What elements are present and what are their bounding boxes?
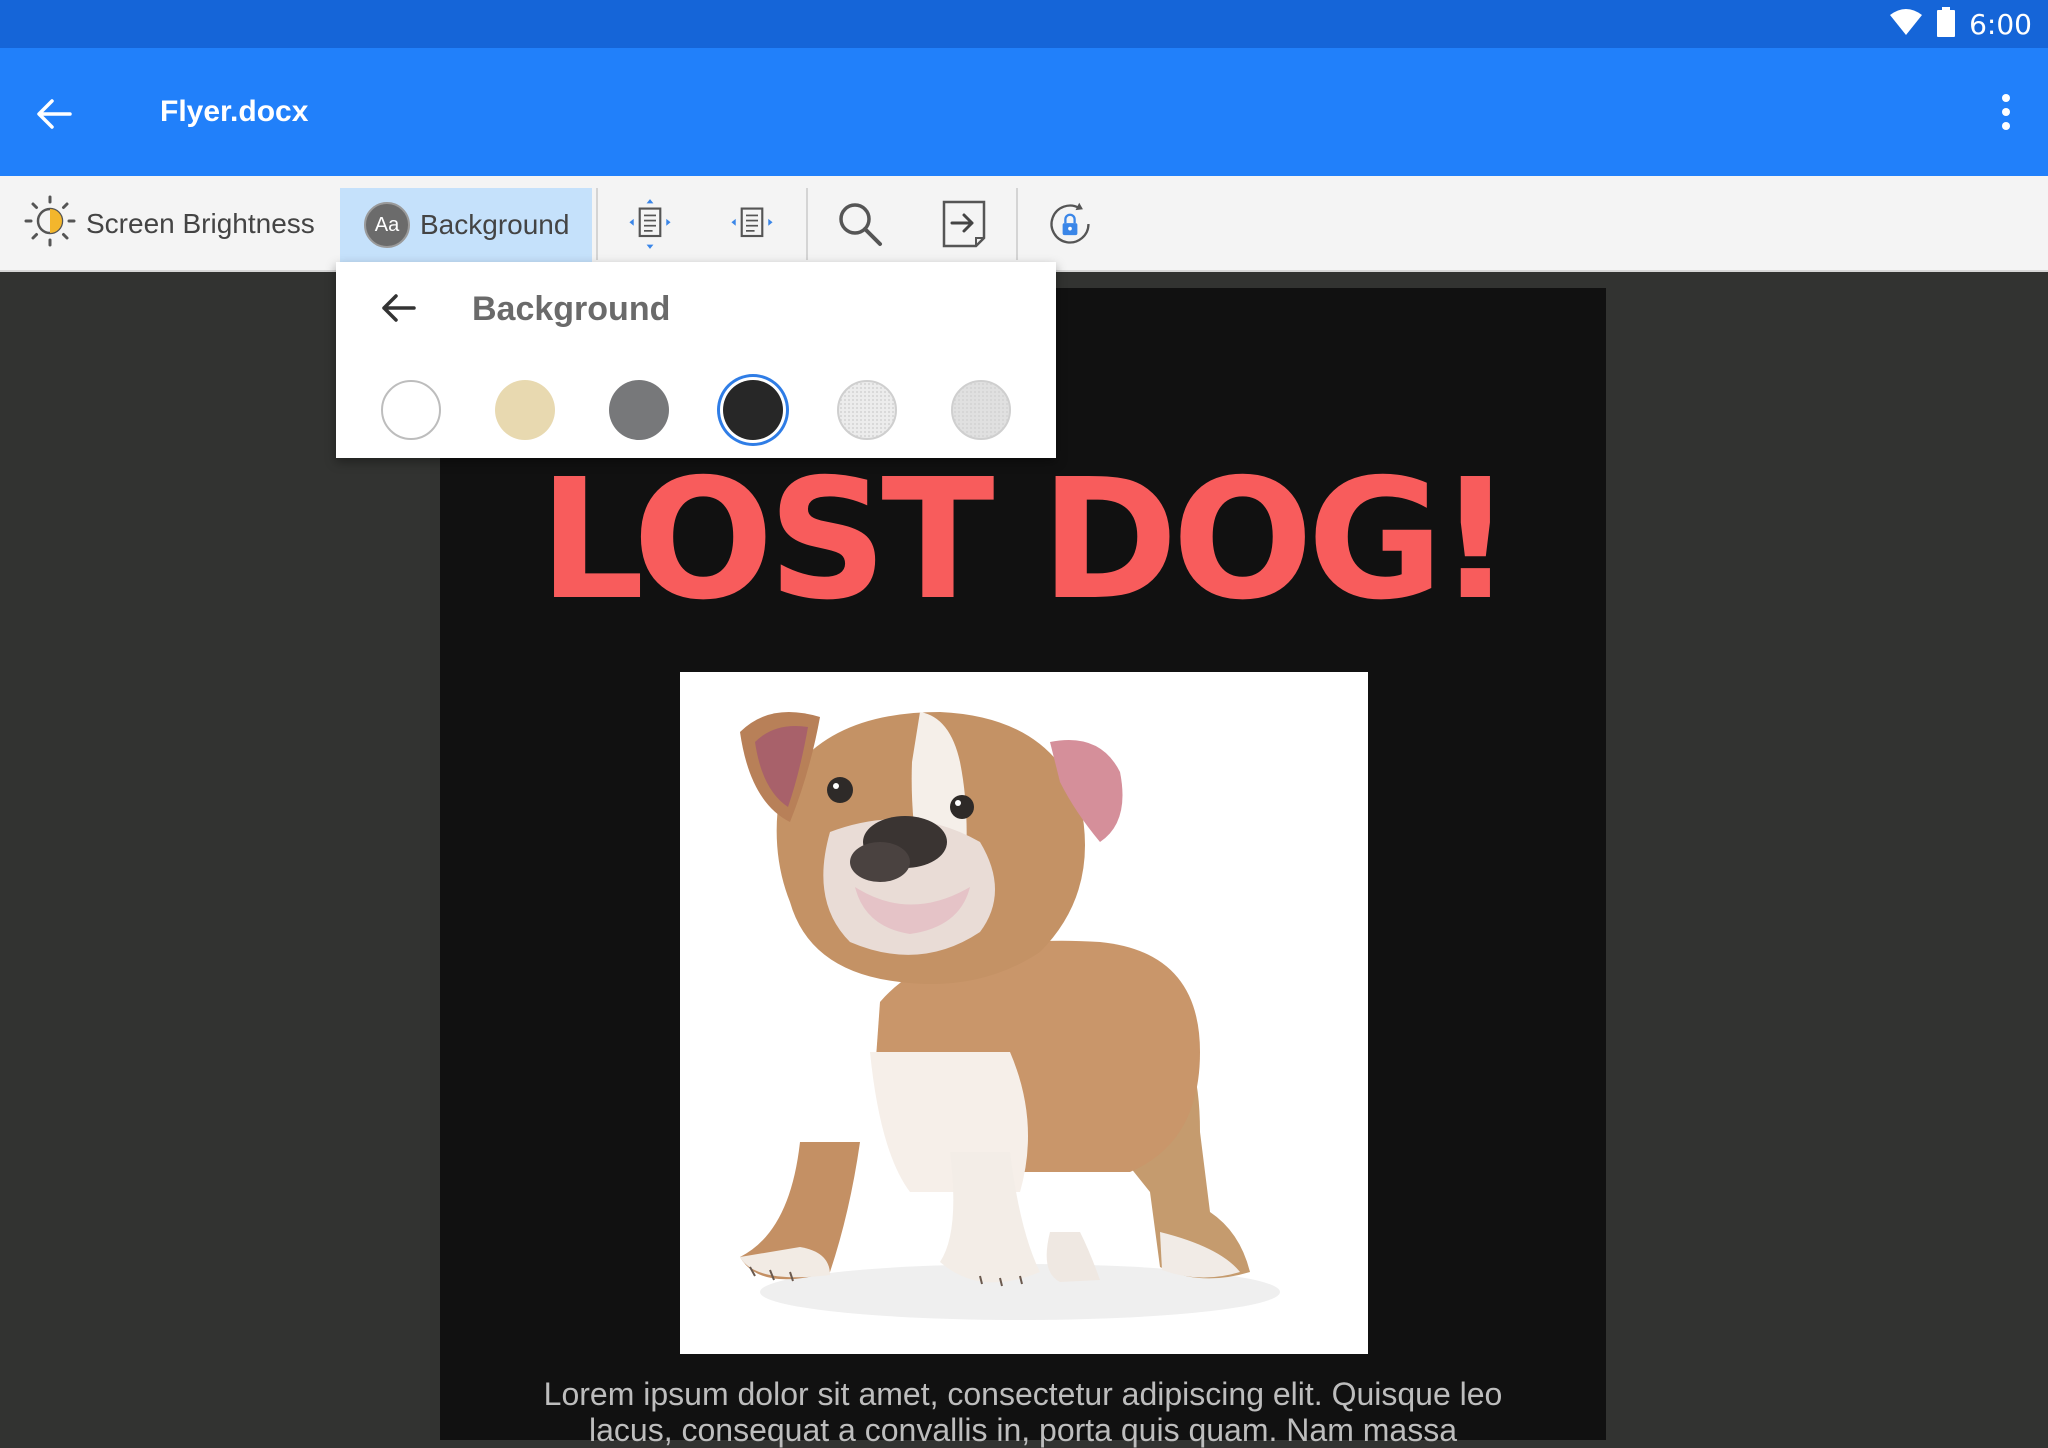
flyer-headline: LOST DOG!	[538, 444, 1513, 637]
brightness-icon	[24, 195, 76, 254]
battery-icon	[1937, 6, 1956, 42]
popup-title: Background	[472, 290, 671, 328]
wifi-icon	[1889, 8, 1923, 41]
body-line: lacus, consequat a convallis in, porta q…	[589, 1412, 1457, 1448]
swatch-light-texture[interactable]	[837, 380, 897, 440]
back-arrow-icon[interactable]	[30, 90, 78, 138]
document-title: Flyer.docx	[160, 95, 309, 128]
flyer-body-text: Lorem ipsum dolor sit amet, consectetur …	[500, 1376, 1546, 1448]
view-toolbar: Screen Brightness Aa Background	[0, 176, 2048, 272]
fit-page-vertical-icon[interactable]	[626, 199, 674, 249]
clock: 6:00	[1969, 7, 2032, 41]
background-aa-icon: Aa	[364, 202, 410, 248]
status-bar: 6:00	[0, 0, 2048, 48]
body-line: Lorem ipsum dolor sit amet, consectetur …	[543, 1376, 1503, 1412]
swatch-sepia[interactable]	[495, 380, 555, 440]
status-icons: 6:00	[1889, 0, 2032, 48]
background-button[interactable]: Aa Background	[340, 188, 592, 262]
search-icon[interactable]	[836, 200, 884, 248]
background-popup: Background	[336, 262, 1056, 458]
app-bar: Flyer.docx	[0, 48, 2048, 176]
fit-page-width-icon[interactable]	[728, 200, 776, 248]
screen-brightness-label: Screen Brightness	[86, 208, 315, 239]
toolbar-divider	[806, 188, 808, 260]
swatch-gray[interactable]	[609, 380, 669, 440]
swatch-paper-texture[interactable]	[951, 380, 1011, 440]
rotation-lock-icon[interactable]	[1046, 200, 1094, 248]
more-options-icon[interactable]	[1982, 88, 2030, 136]
background-label: Background	[420, 209, 570, 240]
toolbar-divider	[596, 188, 598, 260]
go-to-page-icon[interactable]	[940, 200, 988, 248]
bulldog-puppy-photo	[680, 672, 1368, 1354]
toolbar-divider	[1016, 188, 1018, 260]
swatch-white[interactable]	[381, 380, 441, 440]
swatch-black[interactable]	[723, 380, 783, 440]
screen-brightness-button[interactable]: Screen Brightness	[24, 188, 315, 260]
popup-back-arrow-icon[interactable]	[374, 284, 422, 332]
document-page: LOST DOG! Lorem ipsum dolor sit amet, co…	[440, 288, 1606, 1448]
